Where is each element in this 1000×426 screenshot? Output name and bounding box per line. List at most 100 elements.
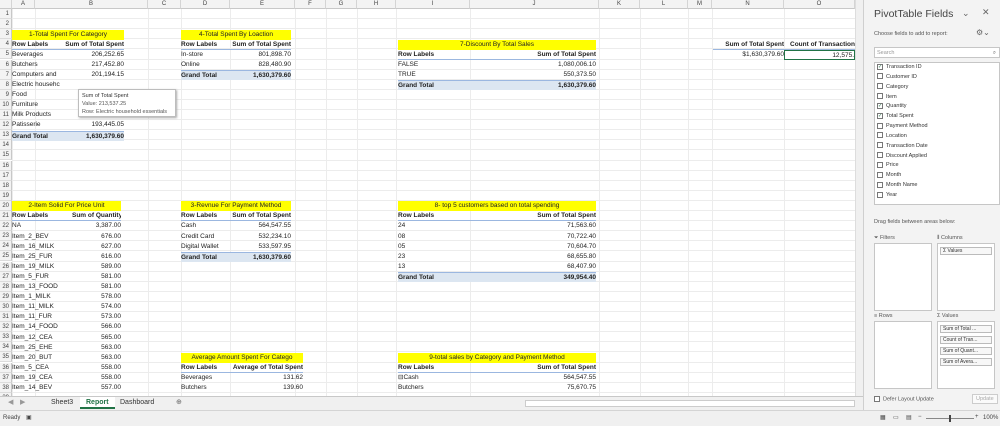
zoom-in-icon[interactable]: + <box>975 414 979 420</box>
pivot-items-row-value[interactable]: 589.00 <box>72 262 121 272</box>
pivot-payment-header-value[interactable]: Sum of Total Spent <box>228 211 291 222</box>
field-item[interactable]: Month Name <box>875 181 999 191</box>
pivot-items-row-value[interactable]: 578.00 <box>72 292 121 302</box>
update-button[interactable]: Update <box>972 394 998 404</box>
pivot-items-row-label[interactable]: Item_19_MILK <box>12 262 72 272</box>
summary-sum-value[interactable]: $1,630,379.60 <box>713 50 784 60</box>
pivot-items-row-label[interactable]: Item_5_CEA <box>12 363 72 373</box>
field-item[interactable]: ✓ Quantity <box>875 102 999 112</box>
column-header-c[interactable]: C <box>148 0 181 9</box>
checkbox-icon[interactable] <box>877 93 883 100</box>
pivot-top-customers-row-value[interactable]: 70,722.40 <box>460 232 596 242</box>
pivot-items-row-value[interactable]: 581.00 <box>72 272 121 282</box>
pivot-category-payment-header-value[interactable]: Sum of Total Spent <box>460 363 596 373</box>
pivot-items-row-label[interactable]: Item_16_MILK <box>12 242 72 252</box>
pivot-items-row-label[interactable]: Item_13_FOOD <box>12 282 72 292</box>
pivot-category-row-label[interactable]: Patisserie <box>12 120 60 130</box>
pivot-location-row-label[interactable]: In-store <box>181 50 228 60</box>
field-item[interactable]: ✓ Transaction ID <box>875 63 999 73</box>
row-header[interactable]: 29 <box>0 291 12 302</box>
row-header[interactable]: 13 <box>0 130 12 141</box>
zoom-out-icon[interactable]: − <box>918 414 922 420</box>
checkbox-icon[interactable] <box>877 152 883 159</box>
pivot-items-row-value[interactable]: 563.00 <box>72 353 121 363</box>
row-header[interactable]: 32 <box>0 322 12 333</box>
pivot-payment-row-value[interactable]: 532,234.10 <box>228 232 291 242</box>
rows-area[interactable] <box>874 321 932 389</box>
pivot-average-row-value[interactable]: 131.62 <box>228 373 303 383</box>
select-all-corner[interactable] <box>0 0 12 9</box>
pivot-top-customers-row-label[interactable]: 05 <box>398 242 460 252</box>
column-header-g[interactable]: G <box>326 0 357 9</box>
scroll-right-icon[interactable]: ▶ <box>14 397 31 409</box>
pivot-items-row-value[interactable]: 566.00 <box>72 322 121 332</box>
pivot-items-row-value[interactable]: 563.00 <box>72 343 121 353</box>
pivot-payment-header-labels[interactable]: Row Labels <box>181 211 228 222</box>
vertical-scrollbar[interactable] <box>855 0 863 396</box>
pivot-top-customers-row-label[interactable]: 23 <box>398 252 460 262</box>
row-header[interactable]: 8 <box>0 79 12 90</box>
page-layout-icon[interactable]: ▭ <box>893 414 899 421</box>
row-header[interactable]: 5 <box>0 49 12 60</box>
row-header[interactable]: 27 <box>0 271 12 282</box>
column-header-l[interactable]: L <box>640 0 688 9</box>
values-chip[interactable]: Sum of Total ... <box>940 325 992 333</box>
pivot-items-row-value[interactable]: 627.00 <box>72 242 121 252</box>
row-header[interactable]: 30 <box>0 301 12 312</box>
checkbox-icon[interactable] <box>877 73 883 80</box>
pivot-category-row-value[interactable]: 206,252.65 <box>60 50 124 60</box>
column-header-n[interactable]: N <box>712 0 784 9</box>
field-item[interactable]: Month <box>875 171 999 181</box>
column-header-h[interactable]: H <box>357 0 396 9</box>
pivot-category-grand-total-label[interactable]: Grand Total <box>12 130 60 141</box>
pivot-top-customers-grand-total-value[interactable]: 349,954.40 <box>460 271 596 282</box>
checkbox-icon[interactable] <box>877 142 883 149</box>
checkbox-icon[interactable] <box>877 161 883 168</box>
row-header[interactable]: 19 <box>0 190 12 201</box>
row-header[interactable]: 7 <box>0 69 12 80</box>
zoom-slider-thumb[interactable] <box>949 415 951 422</box>
pivot-payment-row-label[interactable]: Digital Wallet <box>181 242 228 252</box>
page-break-icon[interactable]: ▤ <box>906 414 912 421</box>
pivot-items-row-label[interactable]: Item_14_FOOD <box>12 322 72 332</box>
pivot-top-customers-row-label[interactable]: 08 <box>398 232 460 242</box>
row-header[interactable]: 34 <box>0 342 12 353</box>
values-chip[interactable]: Sum of Quant... <box>940 347 992 355</box>
pivot-items-row-label[interactable]: Item_14_BEV <box>12 383 72 393</box>
pivot-top-customers-row-value[interactable]: 68,407.90 <box>460 262 596 272</box>
pivot-category-row-label[interactable]: Milk Products <box>12 110 60 120</box>
row-header[interactable]: 12 <box>0 120 12 131</box>
pivot-top-customers-row-value[interactable]: 70,604.70 <box>460 242 596 252</box>
pivot-items-row-value[interactable]: 557.00 <box>72 383 121 393</box>
pivot-discount-grand-total-value[interactable]: 1,630,379.60 <box>460 80 596 90</box>
checkbox-icon[interactable] <box>877 132 883 139</box>
pivot-items-row-label[interactable]: NA <box>12 221 72 231</box>
pivot-category-payment-row-label[interactable]: ⊟Cash <box>398 373 460 383</box>
pivot-location-header-value[interactable]: Sum of Total Spent <box>228 40 291 50</box>
row-header[interactable]: 25 <box>0 251 12 262</box>
pivot-items-row-label[interactable]: Item_25_FUR <box>12 252 72 262</box>
pivot-items-row-value[interactable]: 676.00 <box>72 232 121 242</box>
row-header[interactable]: 38 <box>0 382 12 393</box>
pivot-items-row-label[interactable]: Item_20_BUT <box>12 353 72 363</box>
field-item[interactable]: Customer ID <box>875 73 999 83</box>
column-header-k[interactable]: K <box>599 0 640 9</box>
pivot-category-row-label[interactable]: Electric househc <box>12 80 60 90</box>
row-header[interactable]: 16 <box>0 160 12 171</box>
pivot-items-header-value[interactable]: Sum of Quantity <box>72 211 121 222</box>
pivot-discount-row-label[interactable]: FALSE <box>398 60 460 70</box>
pivot-location-grand-total-label[interactable]: Grand Total <box>181 69 228 80</box>
pivot-items-row-label[interactable]: Item_12_CEA <box>12 333 72 343</box>
row-header[interactable]: 37 <box>0 372 12 383</box>
row-header[interactable]: 28 <box>0 281 12 292</box>
pivot-average-row-value[interactable]: 139.60 <box>228 383 303 393</box>
field-item[interactable]: Location <box>875 132 999 142</box>
columns-area[interactable]: Σ Values <box>937 243 995 311</box>
pivot-items-row-value[interactable]: 558.00 <box>72 373 121 383</box>
row-header[interactable]: 15 <box>0 150 12 161</box>
checkbox-icon[interactable] <box>877 181 883 188</box>
pivot-category-row-label[interactable]: Food <box>12 90 60 100</box>
pivot-items-row-label[interactable]: Item_5_FUR <box>12 272 72 282</box>
field-item[interactable]: Category <box>875 83 999 93</box>
summary-count-header[interactable]: Count of Transaction <box>784 40 855 50</box>
